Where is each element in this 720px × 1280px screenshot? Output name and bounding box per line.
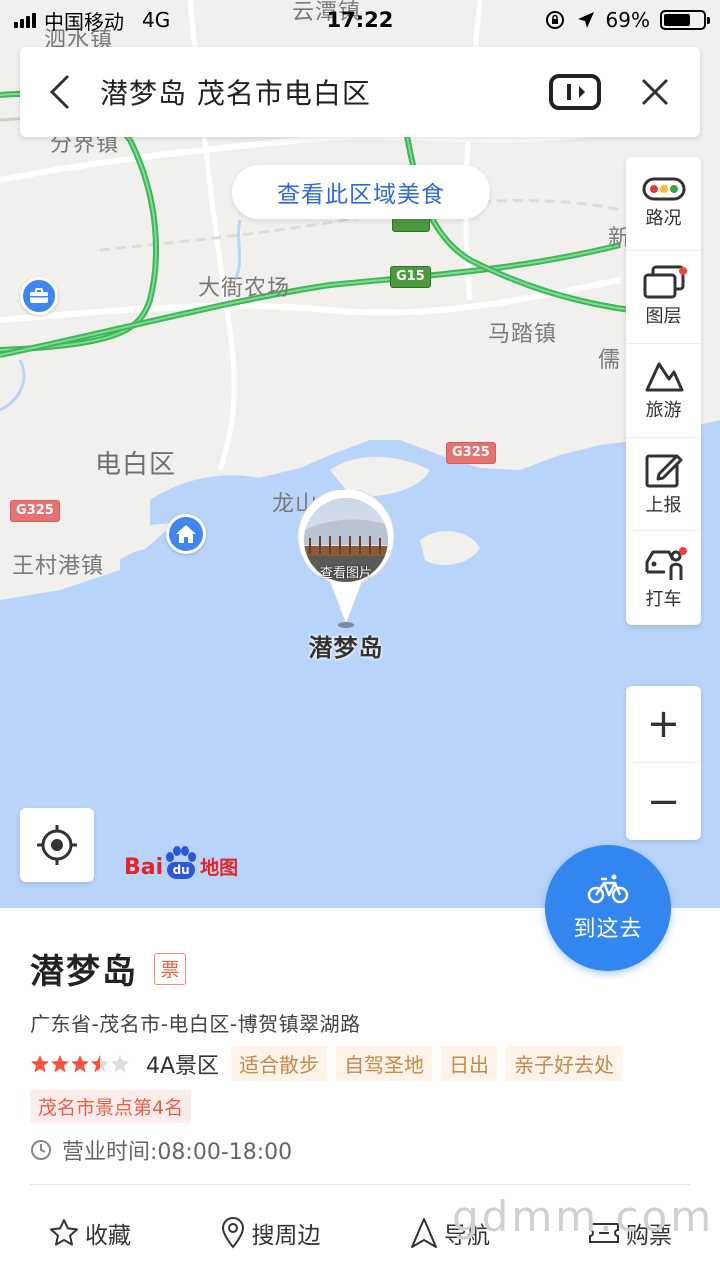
edit-icon: [645, 454, 682, 488]
favorite-button[interactable]: 收藏: [0, 1202, 180, 1264]
place-address: 广东省-茂名市-电白区-博贺镇翠湖路: [30, 1012, 361, 1036]
close-icon: [641, 78, 669, 106]
buy-ticket-label: 购票: [626, 1223, 672, 1249]
map-pin[interactable]: 查看图片: [296, 488, 396, 630]
ticket-badge: 票: [154, 952, 186, 985]
go-here-button[interactable]: 到这去: [545, 845, 671, 971]
travel-button[interactable]: 旅游: [626, 344, 701, 438]
zoom-control: + −: [626, 686, 701, 840]
home-icon[interactable]: [166, 514, 206, 554]
search-query[interactable]: 潜梦岛 茂名市电白区: [100, 72, 540, 112]
pin-photo-label: 查看图片: [319, 566, 372, 581]
notification-dot: [679, 547, 687, 556]
logo-text-ditu: 地图: [200, 857, 239, 879]
rotation-lock-icon: [545, 11, 564, 29]
taxi-button[interactable]: 打车: [626, 531, 701, 625]
divider: [30, 1184, 690, 1185]
search-nearby-button[interactable]: 搜周边: [180, 1202, 360, 1264]
crosshair-icon: [37, 825, 77, 865]
mountain-icon: [645, 362, 683, 392]
back-button[interactable]: [20, 47, 100, 137]
favorite-label: 收藏: [85, 1223, 131, 1249]
map-label-district: 电白区: [95, 450, 177, 480]
map-label-town: 马踏镇: [488, 322, 558, 347]
report-button[interactable]: 上报: [626, 438, 701, 532]
logo-text-bai: Bai: [124, 855, 164, 880]
navigate-label: 导航: [444, 1223, 490, 1249]
buy-ticket-button[interactable]: 购票: [540, 1202, 720, 1264]
traffic-button[interactable]: 路况: [626, 157, 701, 251]
star-icon: [50, 1219, 78, 1246]
place-tag: 适合散步: [231, 1046, 328, 1081]
locate-me-button[interactable]: [20, 808, 94, 882]
place-title: 潜梦岛: [30, 952, 138, 992]
ar-view-button[interactable]: [540, 47, 610, 137]
close-button[interactable]: [610, 47, 700, 137]
star-rating: [30, 1054, 130, 1074]
road-badge-g325: G325: [10, 500, 60, 522]
network-type: 4G: [142, 8, 171, 32]
go-here-label: 到这去: [573, 917, 643, 942]
road-badge-g325: G325: [446, 442, 496, 464]
traffic-light-icon: [642, 177, 685, 201]
traffic-label: 路况: [645, 207, 682, 229]
pin-place-name: 潜梦岛: [308, 634, 384, 662]
bicycle-icon: [587, 874, 629, 904]
chevron-left-icon: [49, 74, 70, 110]
map-label-town: 王村港镇: [12, 554, 105, 579]
baidu-map-logo: Bai du 地图: [124, 846, 238, 880]
navigate-button[interactable]: 导航: [360, 1202, 540, 1264]
zoom-in-button[interactable]: +: [626, 686, 701, 763]
ar-icon: [549, 74, 601, 110]
search-bar[interactable]: 潜梦岛 茂名市电白区: [20, 47, 700, 137]
taxi-label: 打车: [645, 588, 682, 610]
report-label: 上报: [645, 494, 682, 516]
scenic-level: 4A景区: [146, 1053, 220, 1079]
place-tag: 亲子好去处: [506, 1046, 623, 1081]
ranking-badge[interactable]: 茂名市景点第4名: [30, 1090, 192, 1123]
notification-dot: [679, 266, 687, 275]
location-arrow-icon: [577, 12, 594, 28]
battery-icon: [660, 10, 710, 30]
travel-label: 旅游: [645, 399, 682, 421]
zoom-out-button[interactable]: −: [626, 763, 701, 840]
place-tag: 日出: [441, 1046, 498, 1081]
area-food-button[interactable]: 查看此区域美食: [232, 165, 490, 219]
place-tag: 自驾圣地: [336, 1046, 433, 1081]
layers-button[interactable]: 图层: [626, 251, 701, 345]
map-label-town: 儒: [598, 348, 622, 373]
layers-label: 图层: [645, 306, 682, 328]
ticket-icon: [589, 1223, 619, 1243]
road-badge-g15: G15: [390, 266, 431, 288]
status-bar: 中国移动 4G 17:22 69%: [0, 0, 720, 40]
briefcase-icon[interactable]: [20, 277, 58, 315]
signal-icon: [14, 12, 36, 28]
map-label-farm: 大衙农场: [198, 276, 291, 301]
map-tools-panel: 路况 图层 旅游 上报 打车: [626, 157, 701, 625]
search-nearby-label: 搜周边: [251, 1223, 321, 1249]
navigation-arrow-icon: [411, 1218, 437, 1248]
carrier-name: 中国移动: [44, 9, 124, 34]
battery-percent: 69%: [605, 8, 650, 32]
logo-text-du: du: [167, 862, 196, 879]
location-pin-icon: [221, 1217, 244, 1249]
clock-icon: [31, 1140, 51, 1160]
paw-icon: du: [164, 846, 198, 880]
opening-hours: 营业时间:08:00-18:00: [62, 1140, 293, 1165]
